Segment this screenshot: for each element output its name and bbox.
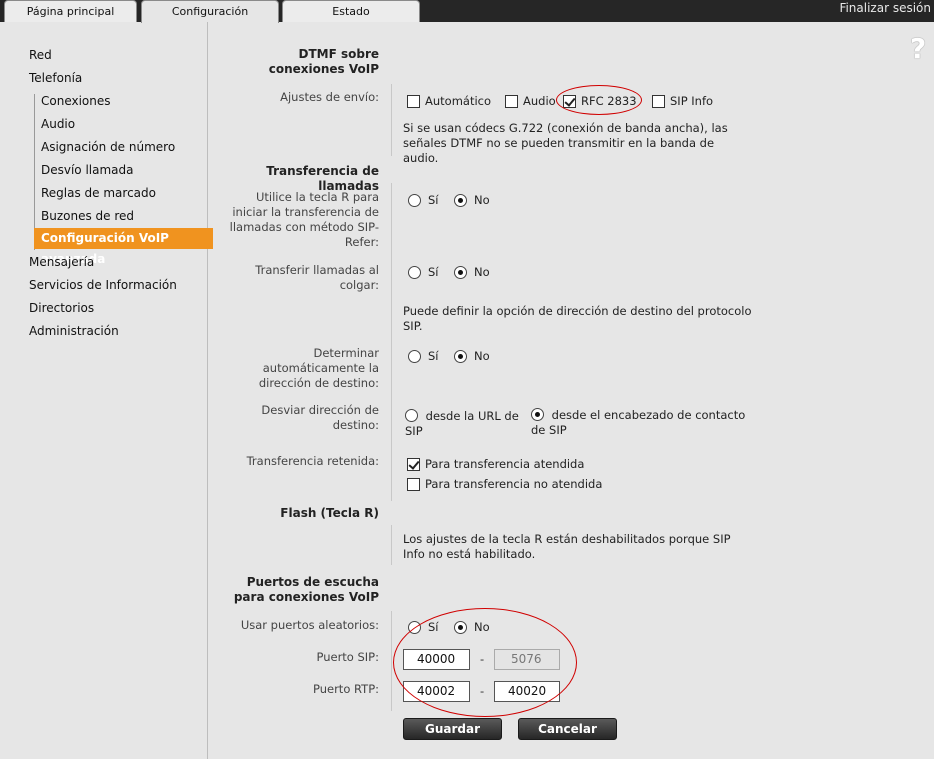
random-yes-option[interactable]: Sí: [408, 620, 439, 635]
random-ports-label: Usar puertos aleatorios:: [240, 618, 379, 632]
cancel-button[interactable]: Cancelar: [518, 718, 617, 740]
help-icon[interactable]: ?: [910, 32, 926, 65]
sidebar-item-messaging[interactable]: Mensajería: [29, 254, 94, 270]
divert-destination-label: Desviar dirección de destino:: [261, 403, 379, 432]
sidebar: Red Telefonía Conexiones Audio Asignació…: [0, 22, 213, 759]
held-transfer-label: Transferencia retenida:: [246, 454, 379, 468]
dtmf-rfc2833-option[interactable]: RFC 2833: [563, 94, 637, 109]
save-button[interactable]: Guardar: [403, 718, 502, 740]
sip-port-dash: -: [480, 652, 485, 666]
tab-status[interactable]: Estado: [282, 0, 420, 22]
sip-port-label: Puerto SIP:: [316, 650, 379, 664]
hangup-yes-option[interactable]: Sí: [408, 265, 439, 280]
checkbox-unattended[interactable]: [407, 478, 420, 491]
rtp-port-from-input[interactable]: 40002: [403, 681, 470, 702]
radio-r-key-no[interactable]: [454, 194, 467, 207]
sidebar-item-call-divert[interactable]: Desvío llamada: [41, 162, 134, 178]
sidebar-item-administration[interactable]: Administración: [29, 323, 119, 339]
radio-divert-url[interactable]: [405, 409, 418, 422]
random-no-option[interactable]: No: [454, 620, 490, 635]
r-key-no-option[interactable]: No: [454, 193, 490, 208]
sidebar-item-connections[interactable]: Conexiones: [41, 93, 111, 109]
radio-divert-header[interactable]: [531, 408, 544, 421]
sip-port-from-input[interactable]: 40000: [403, 649, 470, 670]
sidebar-item-audio[interactable]: Audio: [41, 116, 75, 132]
flash-note: Los ajustes de la tecla R están deshabil…: [403, 532, 731, 561]
submenu-line: [34, 94, 35, 250]
dtmf-auto-option[interactable]: Automático: [407, 94, 491, 109]
destination-note: Puede definir la opción de dirección de …: [403, 304, 752, 333]
rtp-port-label: Puerto RTP:: [312, 682, 379, 696]
dtmf-sipinfo-option[interactable]: SIP Info: [652, 94, 713, 109]
sidebar-item-info-services[interactable]: Servicios de Información: [29, 277, 177, 293]
divert-header-option[interactable]: desde el encabezado de contacto de SIP: [531, 408, 751, 438]
logout-link[interactable]: Finalizar sesión: [839, 0, 931, 16]
separator: [391, 611, 392, 711]
tab-home[interactable]: Página principal: [4, 0, 137, 22]
rtp-port-to-input[interactable]: 40020: [494, 681, 560, 702]
radio-hangup-no[interactable]: [454, 266, 467, 279]
sidebar-item-advanced-voip[interactable]: Configuración VoIP avanzada: [34, 228, 213, 266]
checkbox-auto[interactable]: [407, 95, 420, 108]
r-key-transfer-label: Utilice la tecla R para iniciar la trans…: [229, 190, 379, 249]
dtmf-note: Si se usan códecs G.722 (conexión de ban…: [403, 121, 728, 165]
radio-random-no[interactable]: [454, 621, 467, 634]
radio-hangup-yes[interactable]: [408, 266, 421, 279]
transfer-on-hangup-label: Transferir llamadas al colgar:: [255, 263, 379, 292]
separator: [391, 84, 392, 156]
radio-r-key-yes[interactable]: [408, 194, 421, 207]
auto-dest-yes-option[interactable]: Sí: [408, 349, 439, 364]
sidebar-item-network-mailboxes[interactable]: Buzones de red: [41, 208, 134, 224]
radio-auto-dest-yes[interactable]: [408, 350, 421, 363]
rtp-port-dash: -: [480, 684, 485, 698]
unattended-option[interactable]: Para transferencia no atendida: [407, 477, 602, 492]
r-key-yes-option[interactable]: Sí: [408, 193, 439, 208]
divert-url-option[interactable]: desde la URL de SIP: [405, 409, 527, 439]
checkbox-sipinfo[interactable]: [652, 95, 665, 108]
sidebar-item-directories[interactable]: Directorios: [29, 300, 94, 316]
sidebar-item-telephony[interactable]: Telefonía: [29, 70, 82, 86]
tab-configuration[interactable]: Configuración: [141, 0, 279, 23]
attended-option[interactable]: Para transferencia atendida: [407, 457, 584, 472]
checkbox-attended[interactable]: [407, 458, 420, 471]
dtmf-audio-option[interactable]: Audio: [505, 94, 556, 109]
checkbox-audio[interactable]: [505, 95, 518, 108]
sidebar-item-dialing-rules[interactable]: Reglas de marcado: [41, 185, 156, 201]
hangup-no-option[interactable]: No: [454, 265, 490, 280]
send-settings-label: Ajustes de envío:: [280, 90, 379, 104]
sip-port-to-input: 5076: [494, 649, 560, 670]
checkbox-rfc2833[interactable]: [563, 95, 576, 108]
section-title-dtmf: DTMF sobre conexiones VoIP: [268, 47, 379, 76]
sidebar-item-network[interactable]: Red: [29, 47, 52, 63]
radio-auto-dest-no[interactable]: [454, 350, 467, 363]
separator: [391, 525, 392, 565]
auto-destination-label: Determinar automáticamente la dirección …: [258, 346, 379, 390]
auto-dest-no-option[interactable]: No: [454, 349, 490, 364]
sidebar-item-number-assignment[interactable]: Asignación de número: [41, 139, 175, 155]
section-title-ports: Puertos de escucha para conexiones VoIP: [233, 575, 379, 604]
section-title-flash: Flash (Tecla R): [280, 506, 379, 520]
radio-random-yes[interactable]: [408, 621, 421, 634]
separator: [391, 183, 392, 501]
